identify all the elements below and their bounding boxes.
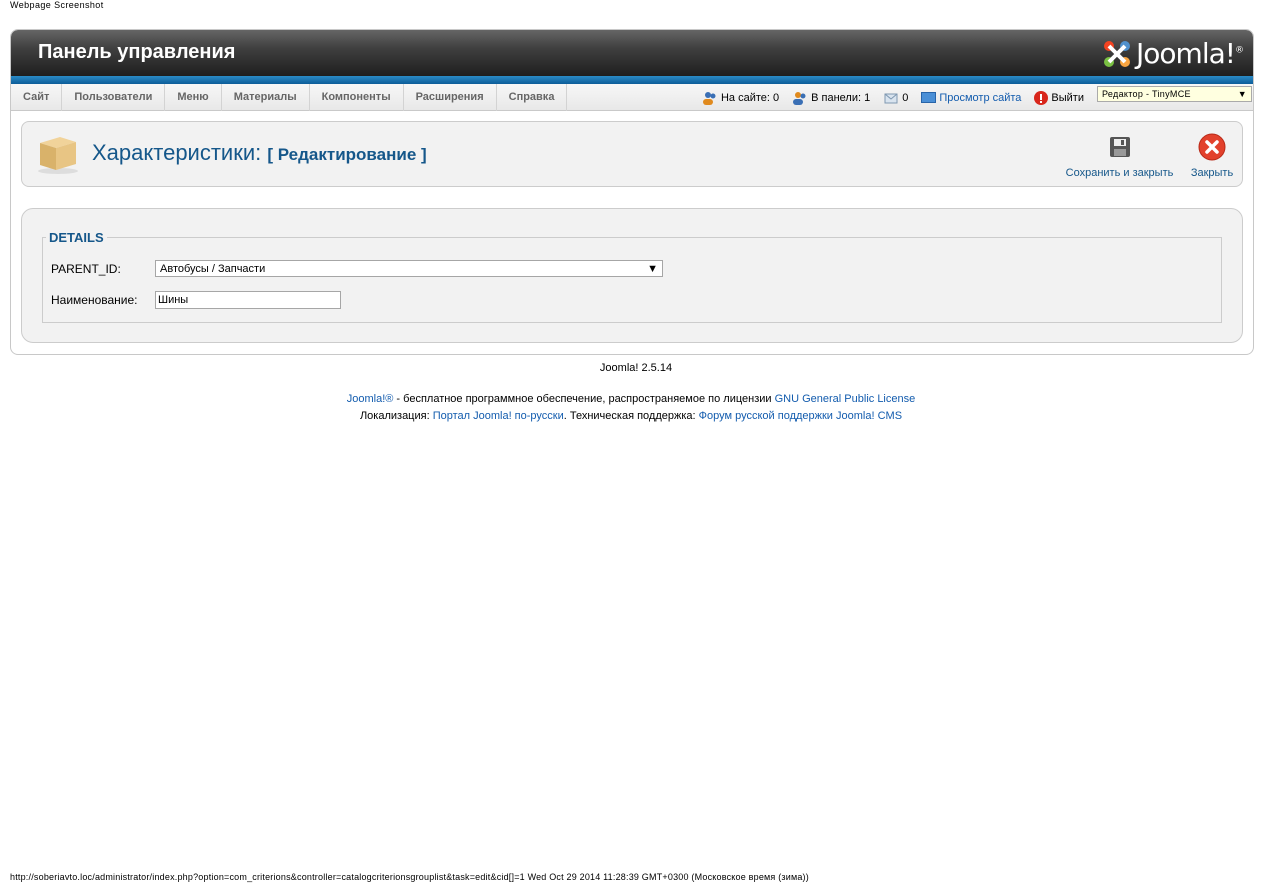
- users-online: На сайте: 0: [702, 91, 779, 105]
- joomla-link[interactable]: Joomla!®: [347, 393, 394, 405]
- close-icon: [1198, 133, 1226, 161]
- parent-label: PARENT_ID:: [51, 261, 121, 276]
- message-icon: [884, 93, 898, 103]
- status-url: http://soberiavto.loc/administrator/inde…: [10, 872, 809, 882]
- license-link[interactable]: GNU General Public License: [775, 393, 916, 405]
- toolbar-box: Характеристики: [ Редактирование ] Сохра…: [21, 121, 1243, 187]
- editor-select[interactable]: Редактор - TinyMCE ▼: [1097, 85, 1252, 102]
- menu-item-help[interactable]: Справка: [497, 84, 568, 111]
- support-forum-link[interactable]: Форум русской поддержки Joomla! CMS: [699, 410, 902, 422]
- view-site-link[interactable]: Просмотр сайта: [921, 92, 1021, 104]
- joomla-logo-icon: [1104, 40, 1131, 67]
- name-input[interactable]: Шины: [155, 291, 341, 309]
- save-close-button[interactable]: Сохранить и закрыть: [1063, 133, 1176, 179]
- admin-users-icon: [793, 91, 806, 105]
- footer-line-1: Joomla!® - бесплатное программное обеспе…: [346, 393, 916, 405]
- page-subtitle: [ Редактирование ]: [267, 145, 427, 164]
- users-icon: [702, 91, 716, 105]
- footer-line-2: Локализация: Портал Joomla! по-русски. Т…: [359, 410, 903, 422]
- name-row: Наименование: Шины: [51, 291, 341, 309]
- joomla-logo: Joomla!®: [1102, 37, 1244, 70]
- save-icon: [1109, 137, 1130, 157]
- menu-item-users[interactable]: Пользователи: [62, 84, 166, 111]
- localization-link[interactable]: Портал Joomla! по-русски: [433, 410, 564, 422]
- screenshot-label: Webpage Screenshot: [10, 0, 104, 10]
- logout-link[interactable]: Выйти: [1034, 90, 1084, 105]
- details-legend: DETAILS: [49, 230, 104, 245]
- page-title: Характеристики: [ Редактирование ]: [92, 140, 427, 165]
- status-area: На сайте: 0 В панели: 1 0 Просмотр сайта…: [702, 84, 1253, 111]
- menu-item-site[interactable]: Сайт: [11, 84, 63, 111]
- footer: Joomla!® - бесплатное программное обеспе…: [0, 391, 1262, 425]
- form-box: DETAILS PARENT_ID: Автобусы / Запчасти ▼…: [21, 208, 1243, 343]
- chevron-down-icon: ▼: [647, 262, 658, 275]
- menu-item-menus[interactable]: Меню: [165, 84, 222, 111]
- admin-frame: Панель управления Joomla!® Сайт Пользова…: [10, 29, 1254, 355]
- messages[interactable]: 0: [883, 91, 908, 105]
- monitor-icon: [921, 92, 937, 103]
- header-strip: [11, 76, 1253, 84]
- chevron-down-icon: ▼: [1237, 88, 1247, 99]
- logout-icon: [1034, 90, 1049, 105]
- admins-online: В панели: 1: [792, 91, 870, 105]
- box-icon: [38, 137, 78, 174]
- parent-row: PARENT_ID: Автобусы / Запчасти ▼: [51, 260, 663, 277]
- name-label: Наименование:: [51, 293, 138, 307]
- header-bar: Панель управления Joomla!®: [11, 30, 1253, 76]
- version-text: Joomla! 2.5.14: [599, 362, 673, 374]
- parent-select[interactable]: Автобусы / Запчасти ▼: [155, 260, 663, 277]
- logo-text: Joomla!®: [1136, 37, 1244, 70]
- header-title: Панель управления: [38, 41, 236, 63]
- menu-item-extensions[interactable]: Расширения: [404, 84, 497, 111]
- menu-item-content[interactable]: Материалы: [222, 84, 310, 111]
- menu-item-components[interactable]: Компоненты: [310, 84, 404, 111]
- close-button[interactable]: Закрыть: [1188, 133, 1236, 179]
- menu-bar: Сайт Пользователи Меню Материалы Компоне…: [11, 84, 1253, 111]
